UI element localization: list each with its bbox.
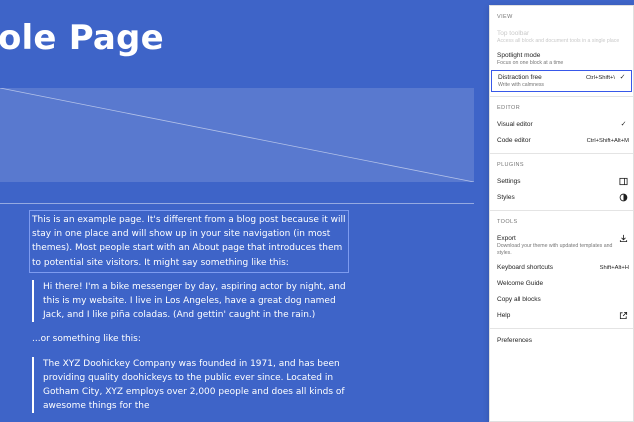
download-icon [619, 234, 628, 243]
menu-item-copy-all-blocks[interactable]: Copy all blocks [490, 292, 633, 308]
menu-item-settings[interactable]: Settings [490, 174, 633, 190]
menu-item-description: Write with calmness [498, 82, 545, 88]
image-block-placeholder[interactable] [0, 88, 474, 182]
group-label: PLUGINS [497, 162, 524, 168]
placeholder-diagonal [0, 88, 474, 182]
menu-item-label: Spotlight mode [497, 52, 541, 59]
menu-item-visual-editor[interactable]: Visual editor ✓ [490, 117, 633, 133]
quote-text[interactable]: Hi there! I'm a bike messenger by day, a… [43, 280, 349, 323]
menu-item-keyboard-shortcuts[interactable]: Keyboard shortcuts Shift+Alt+H [490, 260, 633, 276]
menu-item-label: Styles [497, 194, 515, 201]
menu-item-label: Visual editor [497, 121, 533, 128]
styles-icon [619, 193, 628, 202]
menu-group-tools: TOOLS Export Download your theme with up… [490, 211, 633, 329]
menu-item-label: Welcome Guide [497, 280, 544, 287]
menu-item-description: Access all block and document tools in a… [497, 38, 620, 44]
menu-item-label: Help [497, 312, 511, 319]
menu-item-shortcut: Ctrl+Shift+Alt+M [586, 138, 629, 144]
checkmark-icon: ✓ [619, 74, 626, 81]
menu-item-welcome-guide[interactable]: Welcome Guide [490, 276, 633, 292]
menu-group-view: VIEW Top toolbar Access all block and do… [490, 6, 633, 97]
sidebar-icon [619, 177, 628, 186]
paragraph-block-intro[interactable]: This is an example page. It's different … [29, 210, 349, 273]
menu-item-help[interactable]: Help [490, 308, 633, 324]
quote-text[interactable]: The XYZ Doohickey Company was founded in… [43, 357, 349, 414]
menu-item-preferences[interactable]: Preferences [490, 333, 633, 349]
page-title[interactable]: ole Page [0, 18, 164, 58]
menu-item-label: Export [497, 235, 516, 242]
menu-group-editor: EDITOR Visual editor ✓ Code editor Ctrl+… [490, 97, 633, 154]
quote-block-2[interactable]: The XYZ Doohickey Company was founded in… [32, 356, 349, 414]
menu-item-shortcut: Ctrl+Shift+\ [586, 75, 615, 81]
paragraph-block-or[interactable]: ...or something like this: [32, 332, 346, 346]
menu-group-plugins: PLUGINS Settings Styles [490, 154, 633, 211]
menu-item-styles[interactable]: Styles [490, 190, 633, 206]
menu-item-label: Copy all blocks [497, 296, 541, 303]
menu-item-distraction-free[interactable]: Distraction free Write with calmness Ctr… [491, 70, 632, 92]
content-area: This is an example page. It's different … [29, 210, 349, 414]
menu-item-label: Preferences [497, 337, 533, 344]
menu-item-description: Focus on one block at a time [497, 60, 564, 66]
checkmark-icon: ✓ [620, 121, 627, 128]
group-label: VIEW [497, 14, 513, 20]
external-link-icon [619, 311, 628, 320]
menu-item-shortcut: Shift+Alt+H [599, 265, 629, 271]
separator-block[interactable] [0, 203, 474, 204]
group-label: TOOLS [497, 219, 518, 225]
menu-item-export[interactable]: Export Download your theme with updated … [490, 231, 633, 260]
menu-item-spotlight-mode[interactable]: Spotlight mode Focus on one block at a t… [490, 48, 633, 70]
menu-item-top-toolbar[interactable]: Top toolbar Access all block and documen… [490, 26, 633, 48]
group-label: EDITOR [497, 105, 521, 111]
quote-block-1[interactable]: Hi there! I'm a bike messenger by day, a… [32, 279, 349, 323]
menu-group-preferences: Preferences [490, 329, 633, 353]
menu-item-label: Settings [497, 178, 521, 185]
options-dropdown-menu: VIEW Top toolbar Access all block and do… [489, 5, 634, 422]
menu-item-label: Top toolbar [497, 30, 530, 37]
menu-item-description: Download your theme with updated templat… [497, 243, 613, 256]
menu-item-code-editor[interactable]: Code editor Ctrl+Shift+Alt+M [490, 133, 633, 149]
